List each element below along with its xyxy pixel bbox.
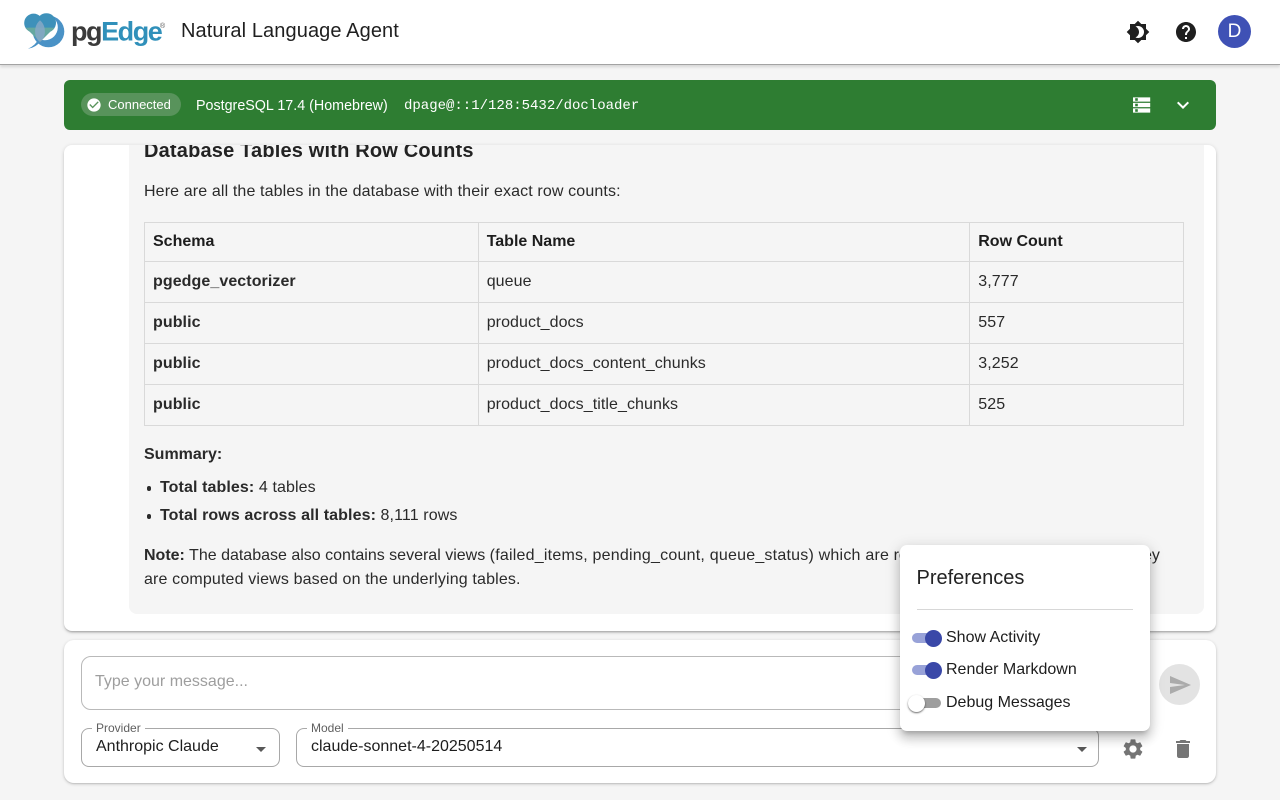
svg-text:®: ®: [160, 22, 166, 30]
svg-text:pgEdge: pgEdge: [71, 16, 163, 46]
